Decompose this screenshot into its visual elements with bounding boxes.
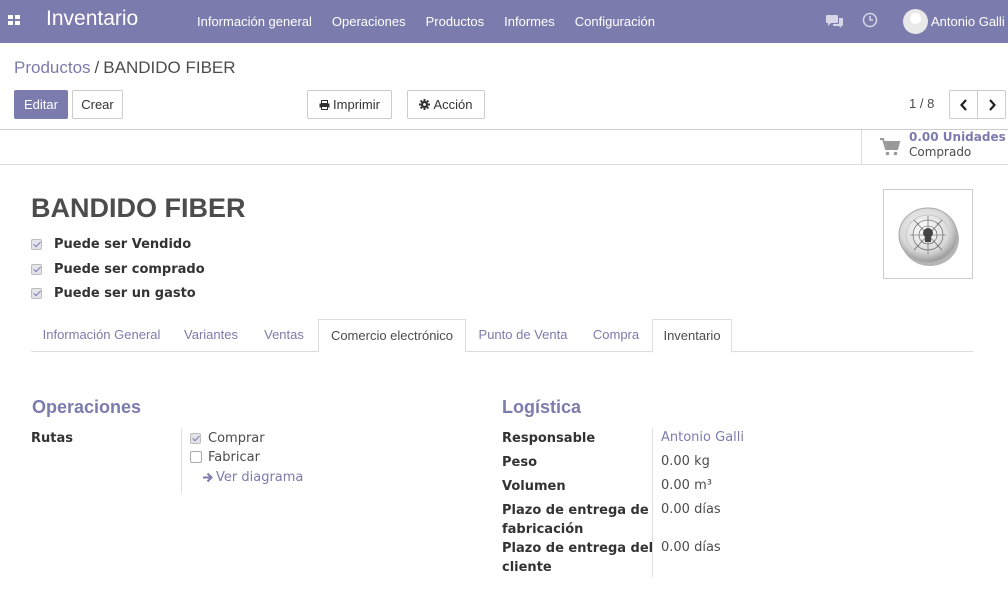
product-name: BANDIDO FIBER: [31, 193, 246, 223]
pager-previous-button[interactable]: [950, 91, 978, 118]
view-diagram-label: Ver diagrama: [216, 470, 304, 485]
chat-icon[interactable]: [826, 13, 844, 29]
pager-value[interactable]: 1 / 8: [909, 96, 934, 111]
edit-button[interactable]: Editar: [14, 90, 68, 119]
chevron-left-icon: [959, 98, 967, 111]
field-label-plazo-fabricacion-1: Plazo de entrega de: [502, 503, 649, 518]
section-title-operaciones: Operaciones: [32, 397, 142, 417]
tab-compra[interactable]: Compra: [580, 319, 652, 352]
checkbox-label: Puede ser un gasto: [54, 285, 196, 301]
activity-clock-icon[interactable]: [862, 12, 878, 28]
chevron-right-icon: [988, 98, 996, 111]
notebook-tabs: Información General Variantes Ventas Com…: [31, 319, 973, 353]
product-image-picture: [898, 207, 959, 266]
view-diagram-link[interactable]: Ver diagrama: [202, 470, 303, 485]
user-avatar[interactable]: [903, 9, 928, 34]
route-label: Fabricar: [208, 449, 260, 465]
route-label: Comprar: [208, 430, 265, 446]
field-value-volumen: 0.00 m³: [661, 478, 712, 493]
tab-punto-de-venta[interactable]: Punto de Venta: [466, 319, 580, 352]
stat-value: 0.00 Unidades: [909, 130, 1006, 144]
apps-menu-icon[interactable]: [8, 15, 20, 25]
stat-label: Comprado: [909, 145, 972, 159]
pager-buttons: [949, 90, 1006, 119]
printer-icon: [319, 99, 330, 110]
print-button[interactable]: Imprimir: [307, 90, 392, 119]
checkbox-can-be-expensed[interactable]: Puede ser un gasto: [31, 284, 196, 302]
action-button-label: Acción: [433, 97, 473, 112]
menu-item-informacion-general[interactable]: Información general: [187, 0, 322, 43]
field-value-peso: 0.00 kg: [661, 454, 710, 469]
app-title: Inventario: [46, 7, 139, 30]
menu-item-operaciones[interactable]: Operaciones: [322, 0, 416, 43]
print-button-label: Imprimir: [333, 97, 380, 112]
tab-inventario[interactable]: Inventario: [652, 319, 732, 353]
checkbox-label: Puede ser comprado: [54, 261, 205, 277]
field-label-peso: Peso: [502, 455, 538, 470]
checkbox[interactable]: [190, 432, 201, 444]
main-menu: Información general Operaciones Producto…: [187, 0, 665, 43]
route-comprar[interactable]: Comprar: [190, 429, 265, 447]
breadcrumb: Productos / BANDIDO FIBER: [14, 58, 236, 78]
menu-item-productos[interactable]: Productos: [416, 0, 495, 43]
create-button[interactable]: Crear: [72, 90, 123, 119]
checkbox[interactable]: [31, 263, 42, 275]
tab-ventas[interactable]: Ventas: [250, 319, 318, 352]
menu-item-configuracion[interactable]: Configuración: [565, 0, 665, 43]
route-fabricar[interactable]: Fabricar: [190, 448, 260, 466]
field-value-plazo-cliente: 0.00 días: [661, 540, 721, 555]
field-label-volumen: Volumen: [502, 479, 566, 494]
user-name[interactable]: Antonio Galli: [931, 14, 1005, 29]
arrow-right-icon: [203, 472, 213, 483]
checkbox[interactable]: [31, 287, 42, 299]
checkbox-can-be-sold[interactable]: Puede ser Vendido: [31, 235, 191, 253]
checkbox[interactable]: [190, 451, 202, 463]
checkbox-label: Puede ser Vendido: [54, 236, 192, 252]
tab-informacion-general[interactable]: Información General: [31, 319, 172, 352]
top-navbar: Inventario Información general Operacion…: [0, 0, 1008, 43]
breadcrumb-productos[interactable]: Productos: [14, 58, 91, 77]
checkbox-can-be-purchased[interactable]: Puede ser comprado: [31, 260, 205, 278]
pager-next-button[interactable]: [978, 91, 1005, 118]
tab-comercio-electronico[interactable]: Comercio electrónico: [318, 319, 466, 352]
checkbox[interactable]: [31, 238, 42, 250]
menu-item-informes[interactable]: Informes: [494, 0, 565, 43]
field-label-plazo-cliente-2: cliente: [502, 560, 552, 575]
purchased-stat-button[interactable]: 0.00 Unidades Comprado: [861, 130, 1008, 164]
field-label-plazo-fabricacion-2: fabricación: [502, 522, 584, 537]
divider: [0, 129, 1008, 130]
field-value-plazo-fabricacion: 0.00 días: [661, 502, 721, 517]
breadcrumb-separator: /: [94, 58, 100, 77]
field-separator: [181, 429, 182, 493]
gear-icon: [419, 99, 431, 110]
breadcrumb-current: BANDIDO FIBER: [103, 58, 236, 77]
action-button[interactable]: Acción: [407, 90, 485, 119]
field-value-responsable[interactable]: Antonio Galli: [661, 430, 744, 445]
field-label-plazo-cliente-1: Plazo de entrega del: [502, 541, 654, 556]
shopping-cart-icon: [880, 138, 901, 156]
tab-variantes[interactable]: Variantes: [172, 319, 250, 352]
field-label-rutas: Rutas: [31, 431, 73, 446]
section-title-logistica: Logística: [502, 397, 582, 417]
product-image[interactable]: [883, 189, 973, 279]
field-label-responsable: Responsable: [502, 431, 596, 446]
divider: [0, 164, 1008, 165]
